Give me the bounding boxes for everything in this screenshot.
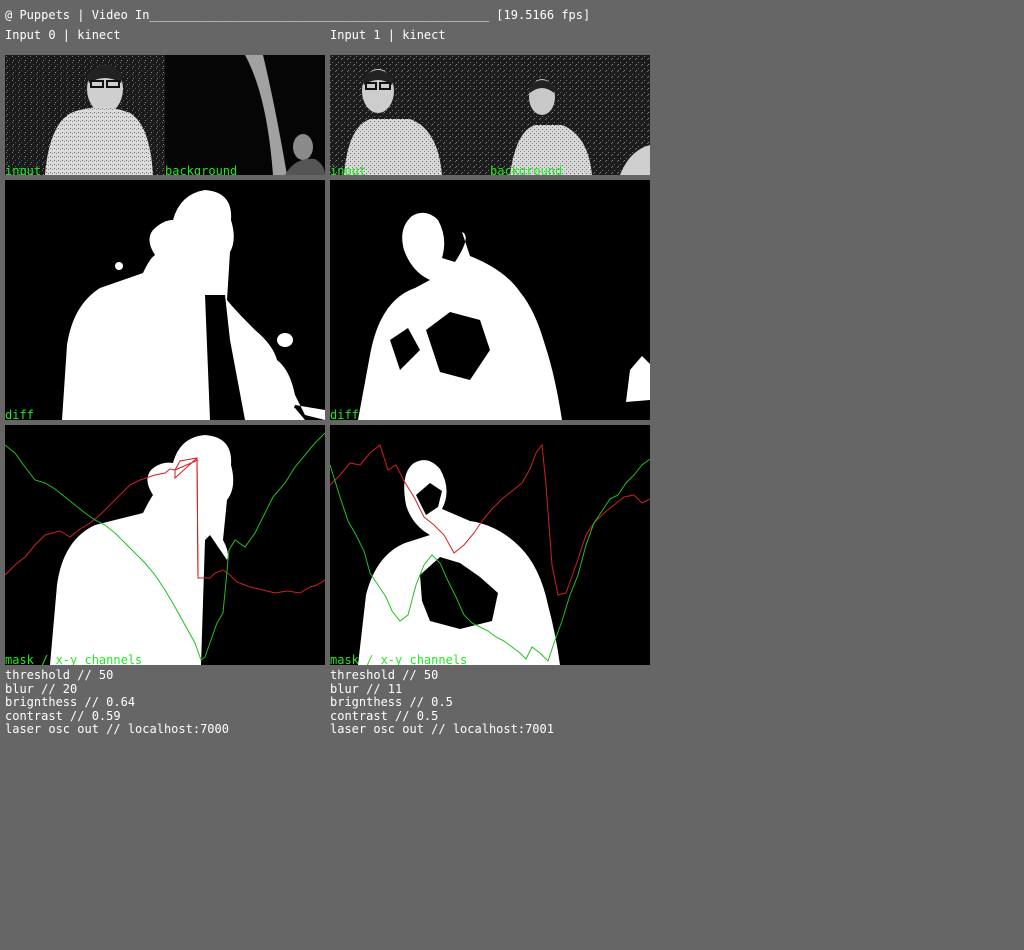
input-0-camera-image xyxy=(5,55,325,175)
window-title-bar: @ Puppets | Video In____________________… xyxy=(5,9,590,22)
window-title: @ Puppets | Video In xyxy=(5,8,150,22)
input-0-param-brightness: brignthess // 0.64 xyxy=(5,695,136,709)
input-1-mask-image xyxy=(330,443,650,665)
input-1-params: threshold // 50 blur // 11 brignthess //… xyxy=(330,668,554,737)
input-0-input-label: input xyxy=(5,164,42,175)
fps-readout: [19.5166 fps] xyxy=(496,8,591,22)
input-0-mask-panel: mask / x-y channels xyxy=(5,425,325,665)
input-1-camera-image xyxy=(330,55,650,175)
input-1-param-threshold: threshold // 50 xyxy=(330,668,439,682)
input-1-mask-panel: mask / x-y channels xyxy=(330,425,650,665)
title-underline: ________________________________________… xyxy=(149,8,490,22)
input-0-params: threshold // 50 blur // 20 brignthess //… xyxy=(5,668,229,737)
input-1-title: Input 1 | kinect xyxy=(330,28,446,42)
input-0-param-laser-osc-out: laser osc out // localhost:7000 xyxy=(5,722,229,736)
input-1-diff-label: diff xyxy=(330,408,359,420)
input-1-param-blur: blur // 11 xyxy=(330,681,403,696)
input-0-background-label: background xyxy=(165,164,238,175)
input-0-param-blur: blur // 20 xyxy=(5,681,78,696)
input-0-diff-image xyxy=(62,190,325,420)
input-0-param-threshold: threshold // 50 xyxy=(5,668,114,682)
input-1-diff-image xyxy=(358,212,650,420)
input-0-title: Input 0 | kinect xyxy=(5,28,121,42)
input-1-diff-panel: diff xyxy=(330,180,650,420)
input-0-mask-image xyxy=(5,432,325,665)
input-1-background-label: background xyxy=(490,164,563,175)
input-0-camera-panel: input background xyxy=(5,55,325,175)
input-0-mask-label: mask / x-y channels xyxy=(5,653,143,665)
input-1-input-label: input xyxy=(330,164,367,175)
input-1-mask-label: mask / x-y channels xyxy=(330,653,468,665)
input-1-camera-panel: input background xyxy=(330,55,650,175)
input-0-param-contrast: contrast // 0.59 xyxy=(5,708,121,723)
input-0-diff-label: diff xyxy=(5,408,34,420)
input-1-param-contrast: contrast // 0.5 xyxy=(330,708,439,723)
input-1-param-brightness: brignthess // 0.5 xyxy=(330,695,453,709)
input-0-diff-panel: diff xyxy=(5,180,325,420)
input-1-param-laser-osc-out: laser osc out // localhost:7001 xyxy=(330,722,554,736)
